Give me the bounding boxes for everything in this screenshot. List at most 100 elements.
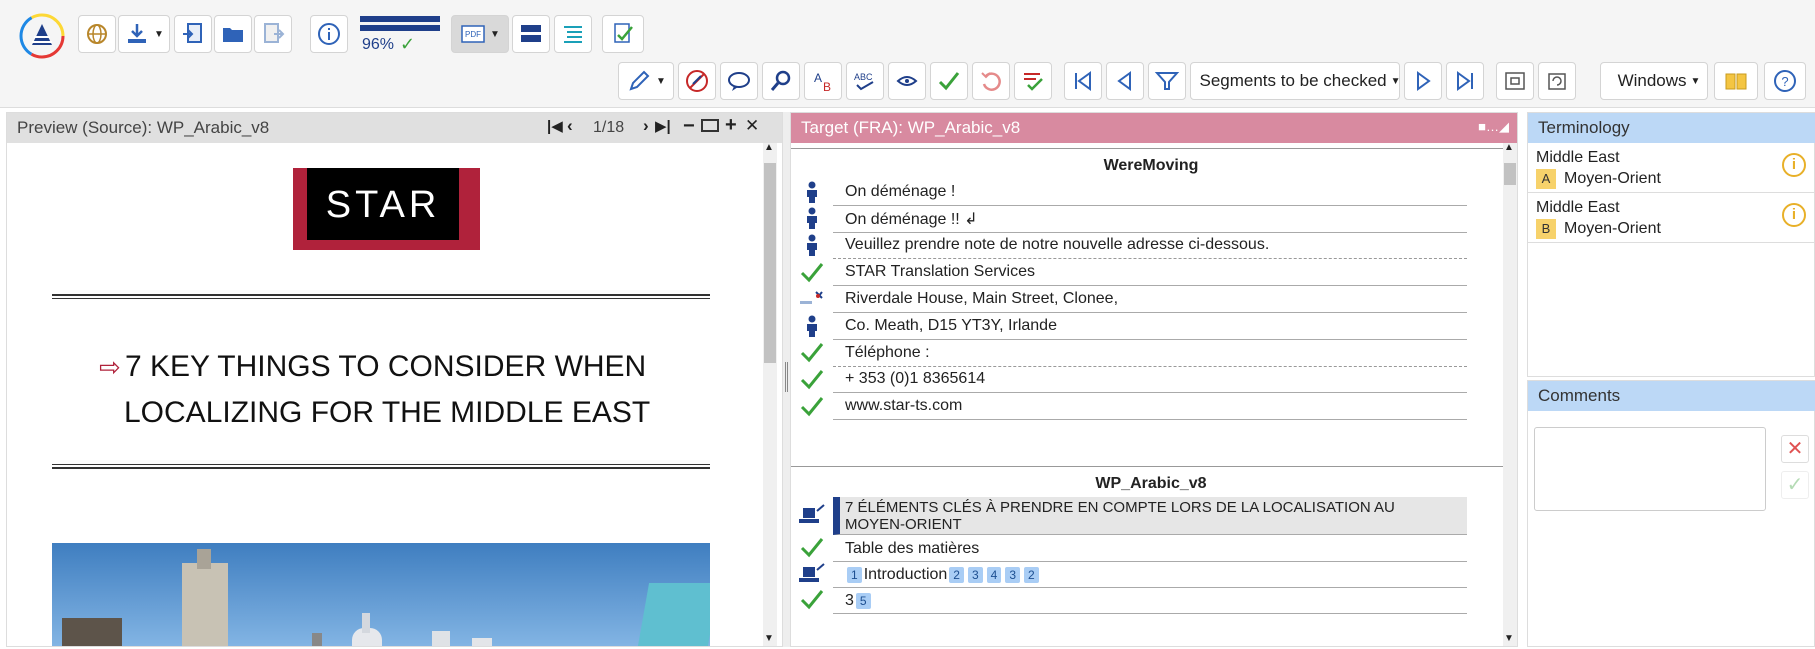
confirm-button[interactable]: [930, 62, 968, 100]
segment-text[interactable]: On déménage !! ↲: [833, 206, 1467, 233]
segment-row[interactable]: Table des matières: [791, 537, 1471, 562]
save-comment-button[interactable]: ✓: [1781, 471, 1809, 499]
open-folder-button[interactable]: [214, 15, 252, 53]
segment-text[interactable]: STAR Translation Services: [833, 259, 1467, 287]
inline-tag[interactable]: 3: [967, 567, 983, 583]
language-button[interactable]: [78, 15, 116, 53]
info-icon[interactable]: i: [1782, 203, 1806, 227]
check-document-button[interactable]: [602, 15, 644, 53]
terminology-panel: Terminology Middle East A Moyen-Orient i Mid…: [1527, 112, 1815, 377]
inline-tag[interactable]: 5: [855, 593, 871, 609]
inline-tag[interactable]: 2: [1024, 567, 1039, 583]
edit-mode-button[interactable]: ▼: [618, 62, 674, 100]
spellcheck-button[interactable]: ABC: [846, 62, 884, 100]
svg-text:ABC: ABC: [854, 72, 873, 82]
help-button[interactable]: ?: [1764, 62, 1806, 100]
quality-check-button[interactable]: [888, 62, 926, 100]
zoom-out-button[interactable]: −: [683, 115, 695, 138]
zoom-in-button[interactable]: +: [725, 114, 737, 137]
segment-row[interactable]: Veuillez prendre note de notre nouvelle …: [791, 233, 1471, 263]
segment-row[interactable]: On déménage !: [791, 179, 1471, 209]
segment-row[interactable]: Téléphone :: [791, 340, 1471, 370]
document-check-icon: [614, 23, 633, 43]
segment-row[interactable]: 1 Introduction 2 3 4 3 2: [791, 563, 1471, 588]
segment-text[interactable]: Téléphone :: [833, 340, 1467, 367]
inline-tag[interactable]: 1: [847, 567, 862, 583]
panel-menu-icon[interactable]: ■…◢: [1478, 119, 1509, 135]
svg-text:?: ?: [1781, 74, 1788, 89]
close-icon[interactable]: ✕: [745, 116, 759, 136]
source-scrollbar[interactable]: ▲ ▼: [763, 142, 777, 646]
segment-filter-dropdown[interactable]: Segments to be checked ▼: [1190, 62, 1401, 100]
terminology-item[interactable]: Middle East B Moyen-Orient i: [1528, 193, 1815, 243]
next-segment-button[interactable]: [1404, 62, 1442, 100]
segment-text[interactable]: Co. Meath, D15 YT3Y, Irlande: [833, 313, 1467, 340]
last-page-button[interactable]: ▶|: [655, 117, 671, 135]
segment-text[interactable]: 7 ÉLÉMENTS CLÉS À PRENDRE EN COMPTE LORS…: [833, 497, 1467, 535]
term-target: Moyen-Orient: [1564, 170, 1661, 187]
first-page-button[interactable]: |◀: [547, 117, 563, 135]
undo-button[interactable]: [972, 62, 1010, 100]
fit-screen-button[interactable]: [1496, 62, 1534, 100]
segment-row[interactable]: 35: [791, 589, 1471, 614]
target-scrollbar[interactable]: ▲ ▼: [1503, 142, 1517, 646]
checkmark-icon: [800, 588, 824, 615]
segment-text[interactable]: + 353 (0)1 8365614: [833, 367, 1467, 394]
import-button[interactable]: [174, 15, 212, 53]
previous-segment-button[interactable]: [1106, 62, 1144, 100]
segment-text[interactable]: On déménage !: [833, 179, 1467, 206]
comment-input[interactable]: [1534, 427, 1766, 511]
pdf-preview-button[interactable]: PDF ▼: [451, 15, 509, 53]
inline-tag[interactable]: 3: [1005, 567, 1021, 583]
segment-text-value: Introduction: [863, 566, 948, 583]
segment-text[interactable]: 1 Introduction 2 3 4 3 2: [833, 563, 1467, 588]
download-icon: [128, 24, 147, 43]
segment-row[interactable]: www.star-ts.com: [791, 393, 1471, 423]
previous-page-button[interactable]: ‹: [567, 116, 573, 136]
segment-row[interactable]: Riverdale House, Main Street, Clonee,: [791, 286, 1471, 316]
segment-row[interactable]: On déménage !! ↲: [791, 206, 1471, 236]
progress-indicator: 96% ✓: [360, 16, 442, 56]
app-logo[interactable]: [18, 12, 66, 60]
segment-row[interactable]: Co. Meath, D15 YT3Y, Irlande: [791, 313, 1471, 343]
chevron-down-icon: ▼: [490, 28, 500, 40]
segment-text[interactable]: Table des matières: [833, 537, 1467, 562]
last-segment-button[interactable]: [1446, 62, 1484, 100]
panel-splitter[interactable]: [783, 112, 790, 647]
comment-button[interactable]: [720, 62, 758, 100]
info-icon[interactable]: i: [1782, 153, 1806, 177]
segment-text[interactable]: Veuillez prendre note de notre nouvelle …: [833, 233, 1467, 260]
right-sidebar: Terminology Middle East A Moyen-Orient i Mid…: [1527, 112, 1815, 647]
segment-text[interactable]: www.star-ts.com: [833, 393, 1467, 421]
info-button[interactable]: [310, 15, 348, 53]
filter-button[interactable]: [1148, 62, 1186, 100]
export-button[interactable]: [254, 15, 292, 53]
terminology-item[interactable]: Middle East A Moyen-Orient i: [1528, 143, 1815, 193]
first-segment-button[interactable]: [1064, 62, 1102, 100]
no-edit-button[interactable]: [678, 62, 716, 100]
reset-layout-button[interactable]: [1538, 62, 1576, 100]
search-button[interactable]: [762, 62, 800, 100]
star-logo: STAR: [293, 168, 480, 250]
segment-text[interactable]: 35: [833, 589, 1467, 614]
comments-panel: Comments ✕ ✓: [1527, 380, 1815, 647]
check-list-button[interactable]: [1014, 62, 1052, 100]
inline-tag[interactable]: 2: [949, 567, 964, 583]
dictionary-button[interactable]: [1714, 62, 1758, 100]
segment-text-value: 3: [845, 592, 854, 609]
segment-text[interactable]: Riverdale House, Main Street, Clonee,: [833, 286, 1467, 313]
next-page-button[interactable]: ›: [643, 116, 649, 136]
list-view-button[interactable]: [554, 15, 592, 53]
document-heading-line1: 7 KEY THINGS TO CONSIDER WHEN: [125, 350, 647, 383]
layout-horizontal-button[interactable]: [512, 15, 550, 53]
monitor-icon[interactable]: [701, 119, 719, 132]
segment-row[interactable]: + 353 (0)1 8365614: [791, 367, 1471, 397]
download-button[interactable]: ▼: [118, 15, 170, 53]
delete-comment-button[interactable]: ✕: [1781, 435, 1809, 463]
replace-button[interactable]: AB: [804, 62, 842, 100]
windows-dropdown[interactable]: Windows ▼: [1600, 62, 1708, 100]
segment-row[interactable]: 7 ÉLÉMENTS CLÉS À PRENDRE EN COMPTE LORS…: [791, 497, 1471, 535]
checkmark-icon: [800, 368, 824, 395]
inline-tag[interactable]: 4: [986, 567, 1002, 583]
segment-row[interactable]: STAR Translation Services: [791, 259, 1471, 289]
